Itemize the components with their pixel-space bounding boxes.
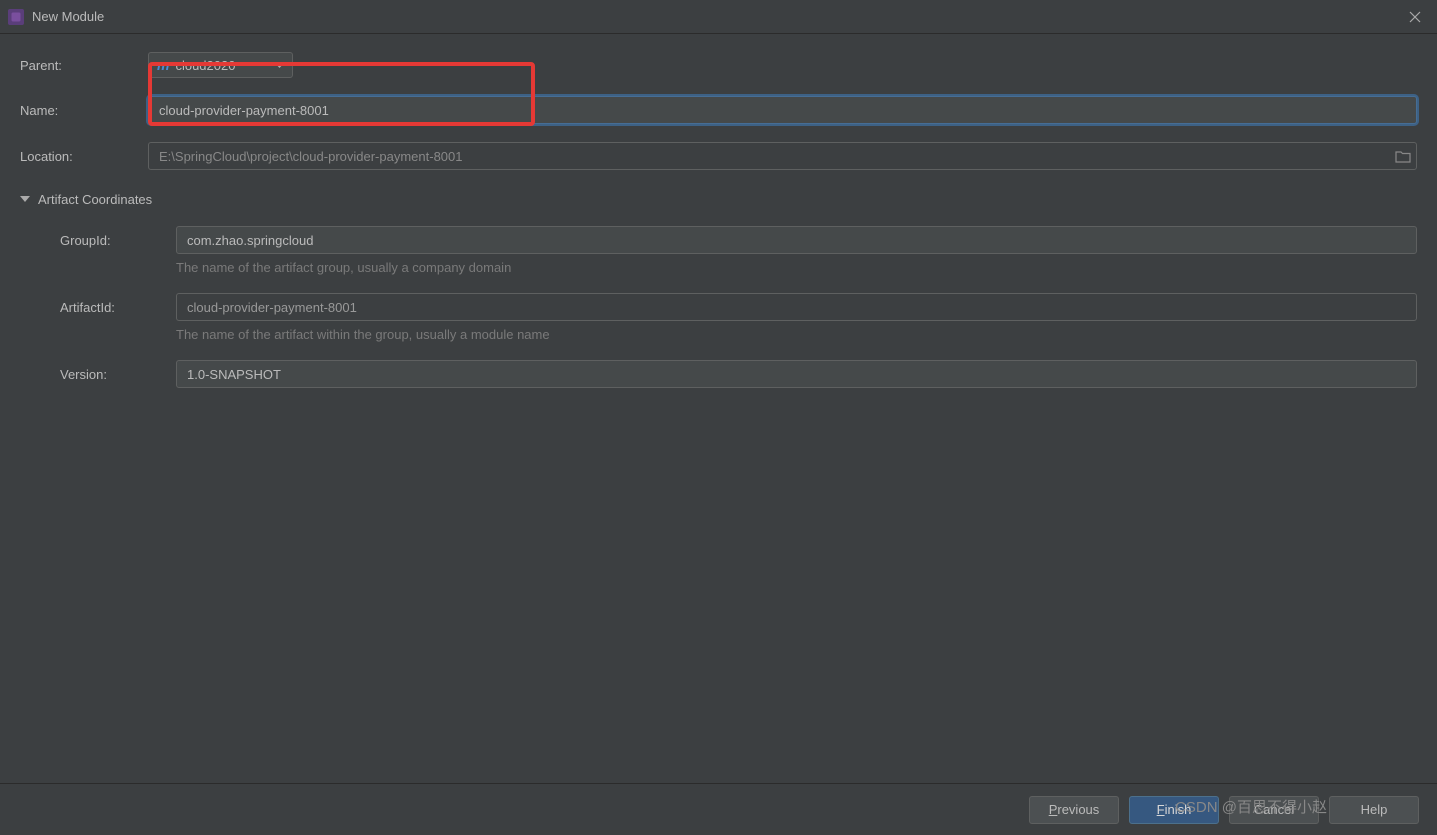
groupid-label: GroupId: [20,233,148,248]
artifact-coordinates-header[interactable]: Artifact Coordinates [20,190,1417,208]
groupid-row: GroupId: [20,226,1417,254]
name-row: Name: [20,96,1417,124]
parent-value: cloud2020 [175,58,265,73]
artifactid-label: ArtifactId: [20,300,148,315]
location-field-wrapper [148,142,1417,170]
cancel-button[interactable]: Cancel [1229,796,1319,824]
parent-row: Parent: m cloud2020 [20,52,1417,78]
button-bar: Previous Finish Cancel Help [0,783,1437,835]
help-button[interactable]: Help [1329,796,1419,824]
finish-button[interactable]: Finish [1129,796,1219,824]
app-icon [8,9,24,25]
titlebar: New Module [0,0,1437,34]
location-row: Location: [20,142,1417,170]
window-title: New Module [32,9,1401,24]
close-button[interactable] [1401,3,1429,31]
content-area: Parent: m cloud2020 Name: Location: Arti… [0,34,1437,410]
maven-icon: m [157,57,169,73]
chevron-down-icon [20,190,30,208]
name-input[interactable] [148,96,1417,124]
previous-button[interactable]: Previous [1029,796,1119,824]
chevron-down-icon [275,56,284,74]
parent-label: Parent: [20,58,148,73]
version-input[interactable] [176,360,1417,388]
location-label: Location: [20,149,148,164]
version-row: Version: [20,360,1417,388]
parent-dropdown[interactable]: m cloud2020 [148,52,293,78]
button-label-rest: inish [1165,802,1192,817]
version-label: Version: [20,367,148,382]
location-input[interactable] [149,144,1390,169]
artifactid-help: The name of the artifact within the grou… [176,327,1417,342]
name-label: Name: [20,103,148,118]
groupid-help: The name of the artifact group, usually … [176,260,1417,275]
artifact-section-title: Artifact Coordinates [38,192,152,207]
groupid-input[interactable] [176,226,1417,254]
artifactid-input[interactable] [176,293,1417,321]
button-label-rest: revious [1057,802,1099,817]
folder-browse-icon[interactable] [1390,150,1416,163]
artifactid-row: ArtifactId: [20,293,1417,321]
